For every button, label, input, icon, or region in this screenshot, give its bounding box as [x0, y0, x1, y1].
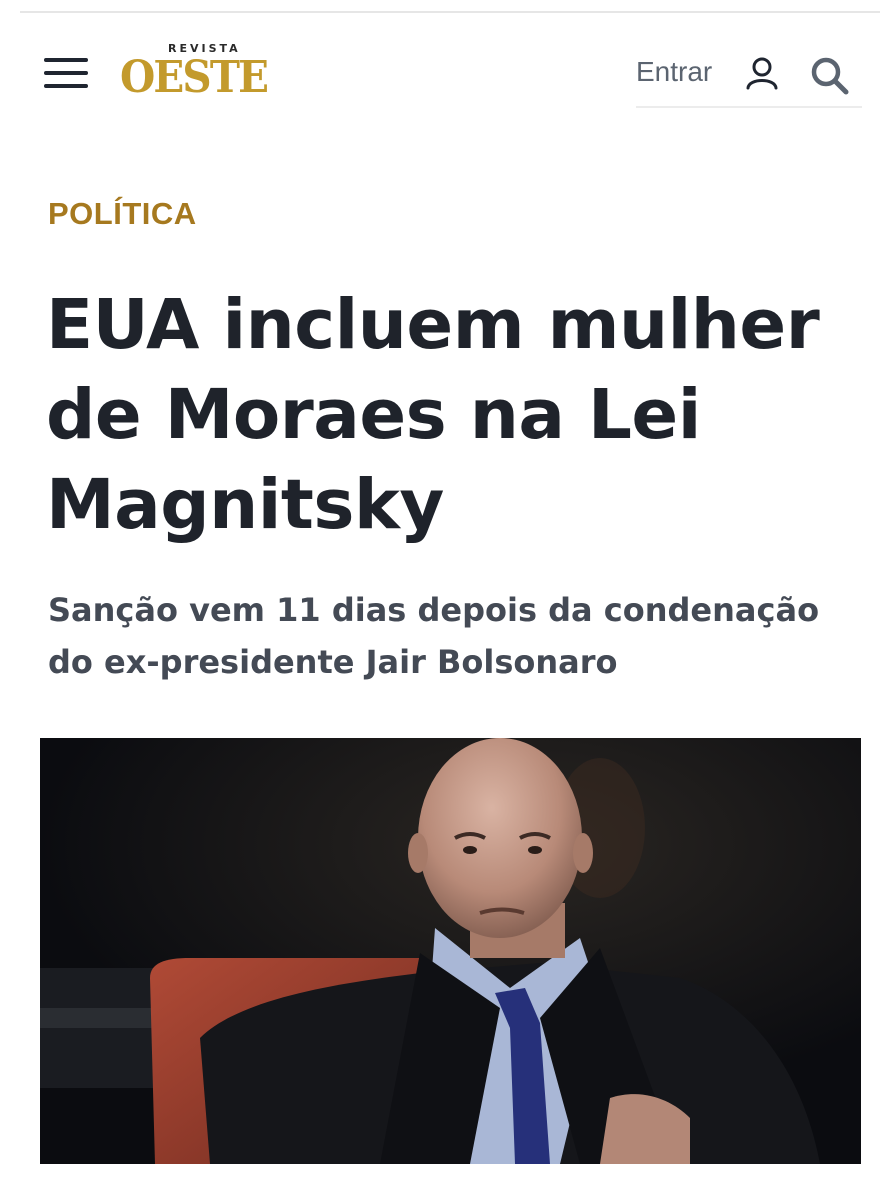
article-category[interactable]: POLÍTICA	[48, 196, 197, 232]
hamburger-menu-icon[interactable]	[44, 58, 90, 90]
signin-link[interactable]: Entrar	[636, 56, 712, 88]
top-divider	[20, 11, 880, 13]
article-headline: EUA incluem mulher de Moraes na Lei Magn…	[46, 285, 820, 545]
header-underline	[636, 106, 862, 108]
search-icon[interactable]	[810, 56, 850, 96]
site-header: REVISTA OESTE Entrar	[0, 14, 886, 114]
site-logo[interactable]: REVISTA OESTE	[120, 40, 285, 110]
article-subtitle: Sanção vem 11 dias depois da condenação …	[48, 591, 820, 681]
user-icon[interactable]	[745, 56, 779, 90]
article-hero-photo	[40, 738, 861, 1164]
logo-wordmark: OESTE	[120, 52, 269, 103]
